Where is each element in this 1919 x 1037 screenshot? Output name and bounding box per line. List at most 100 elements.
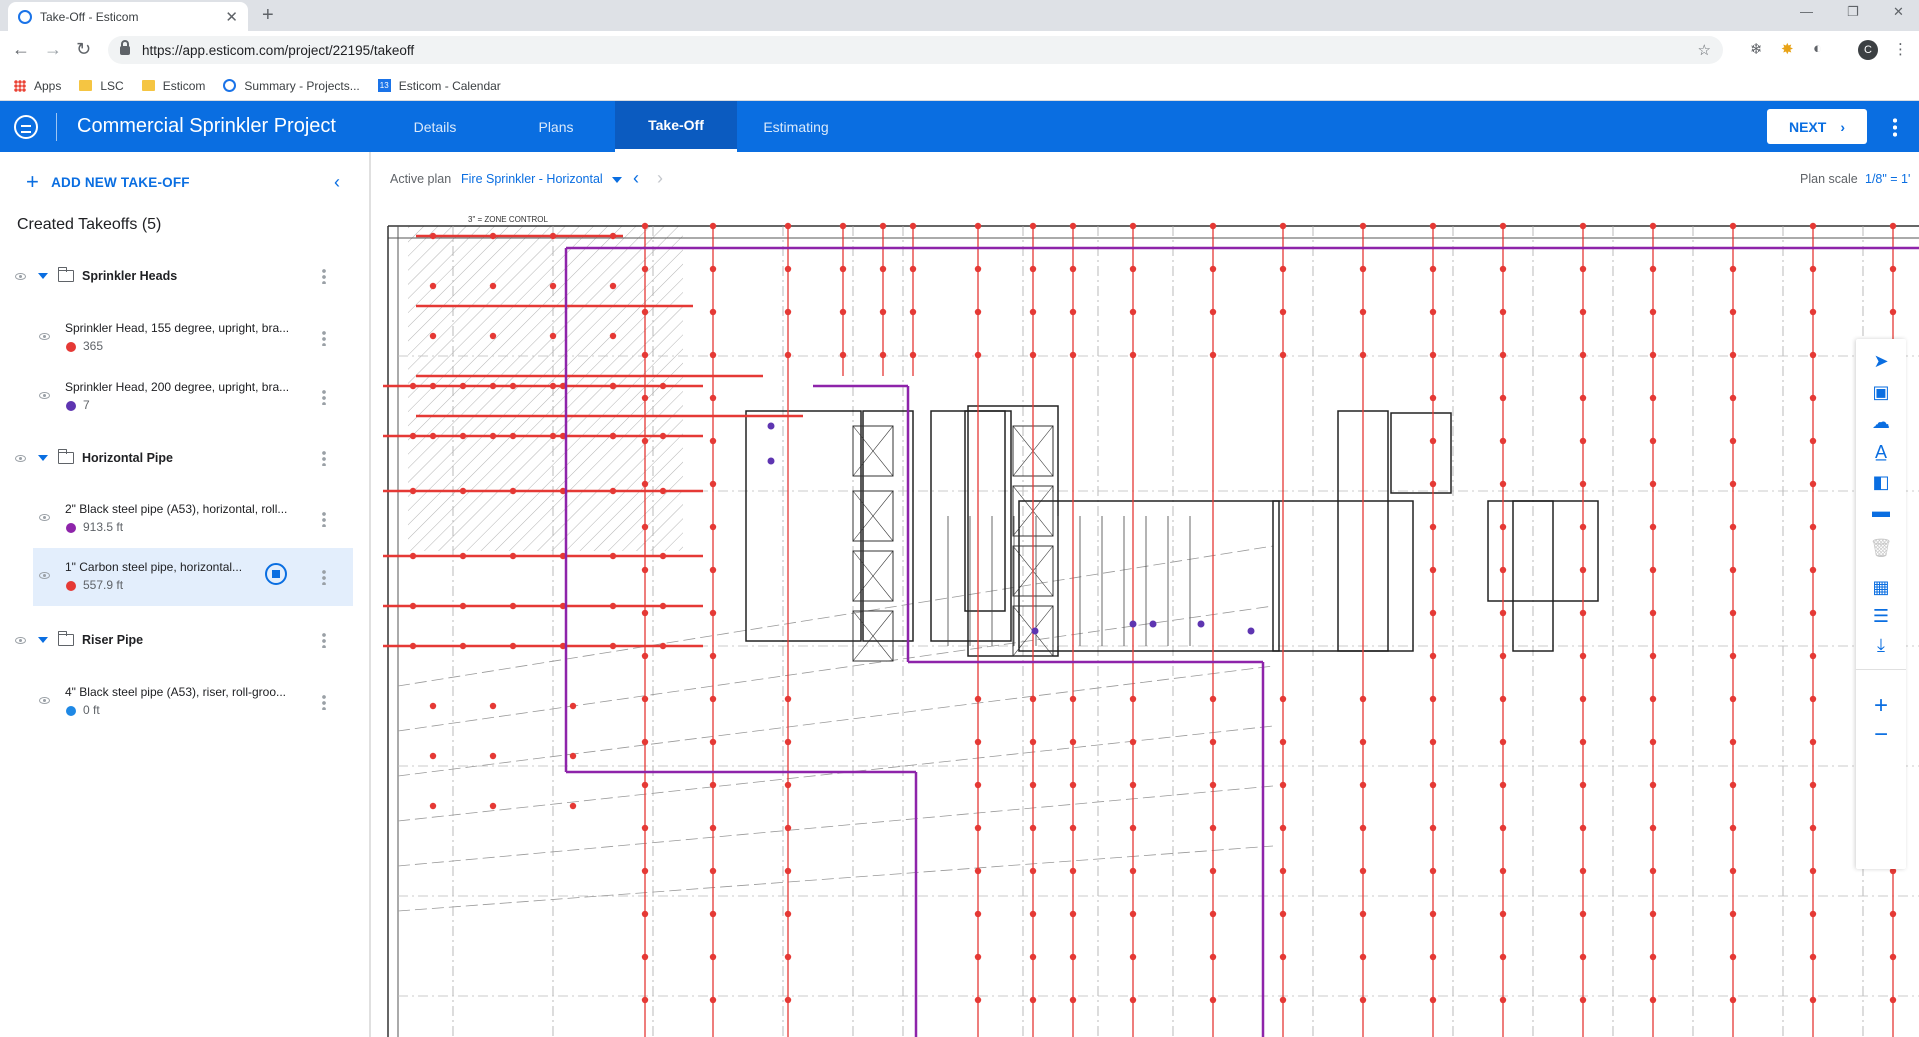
bookmark-lsc[interactable]: LSC: [79, 79, 124, 93]
collapse-sidebar-icon[interactable]: ‹: [334, 172, 340, 193]
sprinkler-head: [784, 824, 792, 832]
ruler-icon[interactable]: ▬: [1869, 499, 1893, 523]
restore-icon[interactable]: ❐: [1847, 4, 1859, 20]
chrome-menu-icon[interactable]: ⋮: [1893, 40, 1908, 58]
group-menu-icon[interactable]: [322, 632, 326, 648]
item-menu-icon[interactable]: [322, 511, 326, 527]
sprinkler-head: [1429, 222, 1437, 230]
app-menu-icon[interactable]: [1893, 117, 1897, 137]
esticom-logo-icon[interactable]: [14, 115, 38, 139]
sprinkler-head: [1499, 265, 1507, 273]
table-icon[interactable]: ▦: [1869, 575, 1893, 599]
item-menu-icon[interactable]: [322, 389, 326, 405]
expand-caret-icon[interactable]: [38, 455, 48, 461]
zoom-in-icon[interactable]: +: [1869, 692, 1893, 719]
visibility-eye-icon[interactable]: [39, 572, 50, 579]
back-icon[interactable]: ←: [12, 39, 30, 60]
visibility-eye-icon[interactable]: [39, 392, 50, 399]
area-select-icon[interactable]: ▣: [1869, 380, 1893, 404]
group-sprinkler-heads[interactable]: Sprinkler Heads: [0, 261, 371, 291]
takeoff-item-name: 4" Black steel pipe (A53), riser, roll-g…: [65, 685, 287, 699]
sprinkler-head: [429, 232, 437, 240]
delete-icon[interactable]: 🗑: [1869, 536, 1893, 560]
bookmark-star-icon[interactable]: ☆: [1698, 41, 1711, 59]
plan-canvas[interactable]: 3" = ZONE CONTROL: [373, 206, 1919, 1037]
address-bar[interactable]: https://app.esticom.com/project/22195/ta…: [108, 36, 1723, 64]
bookmark-summary-projects[interactable]: Summary - Projects...: [223, 79, 360, 93]
item-menu-icon[interactable]: [322, 694, 326, 710]
browser-tab[interactable]: Take-Off - Esticom ✕: [8, 2, 248, 31]
minimize-icon[interactable]: —: [1800, 4, 1813, 19]
visibility-eye-icon[interactable]: [39, 514, 50, 521]
sprinkler-head: [1729, 566, 1737, 574]
sprinkler-head: [1499, 308, 1507, 316]
plan-scale-label: Plan scale: [1800, 172, 1858, 186]
expand-caret-icon[interactable]: [38, 637, 48, 643]
profile-avatar[interactable]: C: [1858, 40, 1878, 60]
add-new-takeoff-button[interactable]: + ADD NEW TAKE-OFF: [26, 169, 190, 195]
zoom-out-icon[interactable]: −: [1869, 721, 1893, 748]
group-riser-pipe[interactable]: Riser Pipe: [0, 625, 371, 655]
visibility-eye-icon[interactable]: [15, 454, 26, 462]
bookmark-esticom[interactable]: Esticom: [141, 79, 205, 93]
new-tab-icon[interactable]: +: [262, 4, 274, 27]
sprinkler-head: [1209, 695, 1217, 703]
sprinkler-head: [1429, 867, 1437, 875]
list-icon[interactable]: ☰: [1869, 604, 1893, 628]
item-menu-icon[interactable]: [322, 569, 326, 585]
close-tab-icon[interactable]: ✕: [225, 8, 238, 26]
plan-scale-value[interactable]: 1/8" = 1': [1865, 172, 1910, 186]
sprinkler-head: [1029, 824, 1037, 832]
sprinkler-head-200: [767, 457, 775, 465]
sprinkler-head: [1649, 910, 1657, 918]
visibility-eye-icon[interactable]: [39, 697, 50, 704]
sprinkler-head: [609, 382, 617, 390]
group-menu-icon[interactable]: [322, 450, 326, 466]
sprinkler-head: [1069, 695, 1077, 703]
visibility-eye-icon[interactable]: [15, 272, 26, 280]
select-arrow-icon[interactable]: ➤: [1869, 349, 1893, 373]
forward-icon[interactable]: →: [44, 39, 62, 60]
cloud-markup-icon[interactable]: ☁: [1869, 410, 1893, 434]
sprinkler-head: [709, 652, 717, 660]
visibility-eye-icon[interactable]: [15, 636, 26, 644]
group-horizontal-pipe[interactable]: Horizontal Pipe: [0, 443, 371, 473]
takeoff-item[interactable]: 4" Black steel pipe (A53), riser, roll-g…: [33, 677, 353, 727]
active-plan-select[interactable]: Fire Sprinkler - Horizontal: [461, 172, 603, 186]
sprinkler-head: [1499, 738, 1507, 746]
bookmark-apps[interactable]: Apps: [14, 79, 61, 93]
extension-snowflake-icon[interactable]: ❄: [1750, 40, 1763, 58]
tab-take-off[interactable]: Take-Off: [615, 101, 737, 152]
bookmark-esticom-calendar[interactable]: 13 Esticom - Calendar: [377, 79, 501, 93]
sprinkler-head: [1809, 351, 1817, 359]
reload-icon[interactable]: ↻: [76, 39, 91, 60]
expand-caret-icon[interactable]: [38, 273, 48, 279]
download-icon[interactable]: ⤓: [1869, 633, 1893, 657]
extension-honey-icon[interactable]: ✸: [1781, 40, 1794, 58]
takeoff-item[interactable]: 2" Black steel pipe (A53), horizontal, r…: [33, 494, 353, 544]
chevron-down-icon[interactable]: [612, 177, 622, 183]
item-menu-icon[interactable]: [322, 330, 326, 346]
takeoff-item[interactable]: Sprinkler Head, 155 degree, upright, bra…: [33, 313, 353, 363]
sprinkler-head: [409, 432, 417, 440]
extension-circle-icon[interactable]: ◐: [1813, 40, 1822, 57]
tab-estimating[interactable]: Estimating: [737, 101, 855, 152]
sprinkler-head: [909, 308, 917, 316]
stop-measuring-icon[interactable]: [265, 563, 287, 585]
next-plan-icon[interactable]: ›: [657, 168, 663, 189]
takeoff-item-selected[interactable]: 1" Carbon steel pipe, horizontal... 557.…: [33, 548, 353, 606]
visibility-eye-icon[interactable]: [39, 333, 50, 340]
floor-plan-drawing[interactable]: 3" = ZONE CONTROL: [373, 206, 1919, 1037]
sprinkler-head: [909, 222, 917, 230]
previous-plan-icon[interactable]: ‹: [633, 168, 639, 189]
core-wall: [964, 410, 1006, 612]
tab-details[interactable]: Details: [368, 101, 502, 152]
compare-icon[interactable]: ◧: [1869, 470, 1893, 494]
sprinkler-head: [1809, 394, 1817, 402]
group-menu-icon[interactable]: [322, 268, 326, 284]
text-markup-icon[interactable]: A̲: [1869, 440, 1893, 464]
takeoff-item[interactable]: Sprinkler Head, 200 degree, upright, bra…: [33, 372, 353, 422]
tab-plans[interactable]: Plans: [502, 101, 610, 152]
close-window-icon[interactable]: ✕: [1893, 4, 1904, 20]
next-button[interactable]: NEXT ›: [1767, 109, 1867, 144]
